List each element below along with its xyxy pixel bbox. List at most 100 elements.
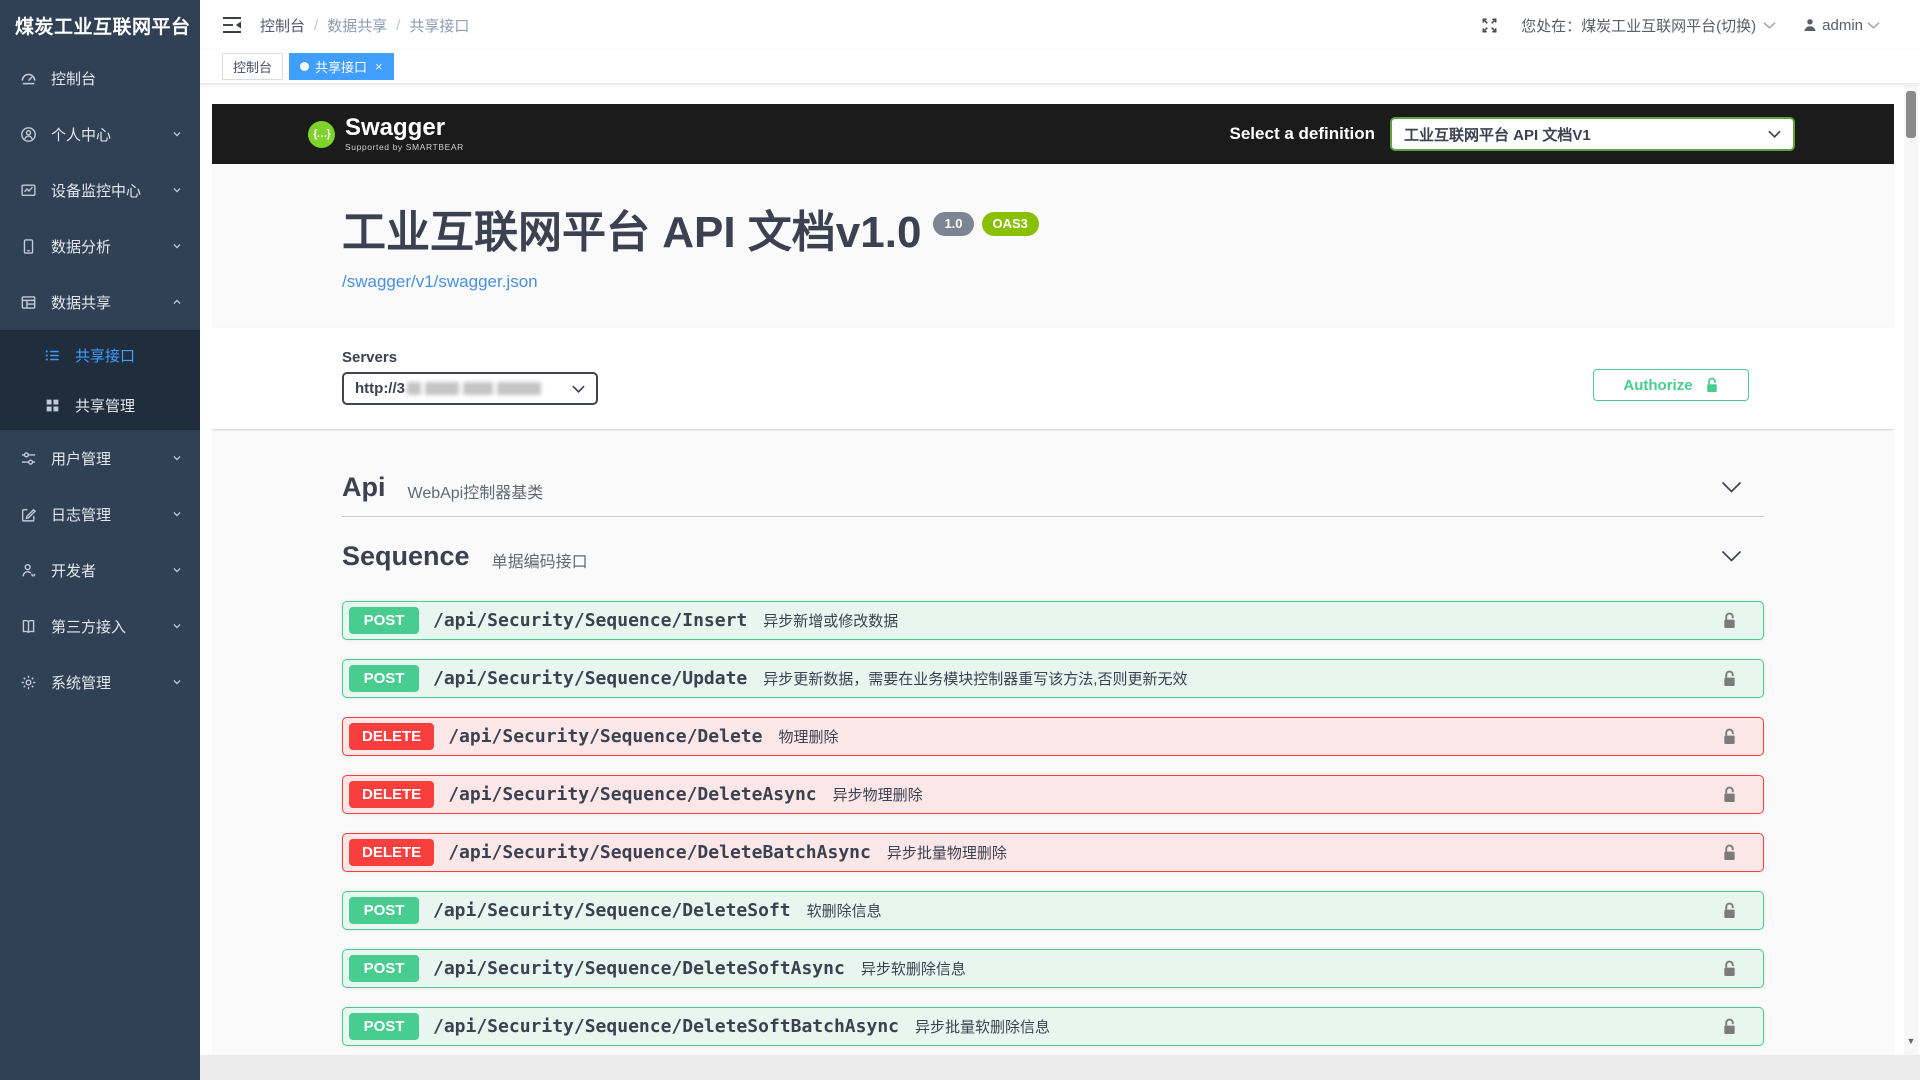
developer-icon <box>20 562 37 579</box>
content-area: {…} Swagger Supported by SMARTBEAR Selec… <box>200 85 1920 1080</box>
api-sections: Api WebApi控制器基类 Sequence 单据编码接口 POST/ap <box>212 429 1894 1046</box>
chevron-down-icon <box>170 127 184 141</box>
sidebar-item-system-management[interactable]: 系统管理 <box>0 654 200 710</box>
redacted-segment <box>497 382 541 395</box>
sidebar-item-label: 共享接口 <box>75 345 135 366</box>
swagger-json-link[interactable]: /swagger/v1/swagger.json <box>342 272 538 292</box>
sidebar-item-device-monitoring-center[interactable]: 设备监控中心 <box>0 162 200 218</box>
authorize-button[interactable]: Authorize <box>1593 369 1749 401</box>
method-badge: POST <box>349 1013 419 1040</box>
section-api[interactable]: Api WebApi控制器基类 <box>342 459 1764 517</box>
endpoint-path: /api/Security/Sequence/Delete <box>448 726 762 747</box>
book-icon <box>20 618 37 635</box>
user-icon <box>1802 17 1818 33</box>
scheme-container: Servers http://3 <box>212 328 1894 429</box>
log-edit-icon <box>20 506 37 523</box>
swagger-info-section: 工业互联网平台 API 文档v1.01.0OAS3 /swagger/v1/sw… <box>212 164 1894 328</box>
unlock-icon[interactable] <box>1722 1018 1737 1036</box>
method-badge: POST <box>349 665 419 692</box>
redacted-segment <box>425 382 459 395</box>
endpoint-path: /api/Security/Sequence/DeleteSoft <box>433 900 791 921</box>
sidebar-menu: 控制台个人中心设备监控中心数据分析数据共享共享接口共享管理用户管理日志管理开发者… <box>0 50 200 710</box>
list-icon <box>44 347 61 364</box>
device-icon <box>20 238 37 255</box>
scrollbar-down-arrow[interactable]: ▼ <box>1904 1033 1918 1049</box>
chevron-down-icon <box>170 451 184 465</box>
gear-icon <box>20 674 37 691</box>
close-icon[interactable]: × <box>375 60 383 73</box>
chevron-down-icon <box>1768 130 1781 138</box>
sidebar-item-label: 用户管理 <box>51 448 111 469</box>
endpoint-row[interactable]: POST/api/Security/Sequence/DeleteSoft 软删除… <box>342 891 1764 930</box>
user-menu[interactable]: admin <box>1802 17 1880 34</box>
chevron-down-icon[interactable] <box>1721 481 1742 494</box>
endpoint-row[interactable]: DELETE/api/Security/Sequence/DeleteAsync… <box>342 775 1764 814</box>
section-sequence[interactable]: Sequence 单据编码接口 <box>342 525 1764 587</box>
sidebar-item-shared-interface[interactable]: 共享接口 <box>0 330 200 380</box>
redacted-segment <box>463 382 493 395</box>
unlock-icon[interactable] <box>1722 844 1737 862</box>
endpoint-row[interactable]: POST/api/Security/Sequence/Insert异步新增或修改… <box>342 601 1764 640</box>
sidebar-item-data-analysis[interactable]: 数据分析 <box>0 218 200 274</box>
unlock-icon[interactable] <box>1722 786 1737 804</box>
unlock-icon[interactable] <box>1722 960 1737 978</box>
view-tab-console[interactable]: 控制台 <box>222 53 283 80</box>
sidebar-item-third-party-access[interactable]: 第三方接入 <box>0 598 200 654</box>
chevron-down-icon <box>170 619 184 633</box>
endpoint-path: /api/Security/Sequence/Insert <box>433 610 747 631</box>
method-badge: POST <box>349 897 419 924</box>
sidebar-item-label: 数据共享 <box>51 292 111 313</box>
breadcrumb-separator: / <box>396 17 400 34</box>
platform-switcher[interactable]: 您处在：煤炭工业互联网平台(切换) <box>1521 15 1776 36</box>
servers-label: Servers <box>342 349 598 366</box>
breadcrumb-item[interactable]: 控制台 <box>260 15 305 36</box>
sidebar-item-label: 个人中心 <box>51 124 111 145</box>
endpoint-path: /api/Security/Sequence/DeleteAsync <box>448 784 816 805</box>
select-definition-label: Select a definition <box>1230 124 1375 144</box>
method-badge: DELETE <box>349 723 434 750</box>
sidebar-item-label: 数据分析 <box>51 236 111 257</box>
endpoint-row[interactable]: DELETE/api/Security/Sequence/Delete 物理删除 <box>342 717 1764 756</box>
sidebar: 煤炭工业互联网平台 控制台个人中心设备监控中心数据分析数据共享共享接口共享管理用… <box>0 0 200 1080</box>
definition-select[interactable]: 工业互联网平台 API 文档V1 <box>1390 117 1795 151</box>
unlock-icon[interactable] <box>1722 728 1737 746</box>
sidebar-item-label: 设备监控中心 <box>51 180 141 201</box>
page-scrollbar[interactable]: ▼ <box>1904 85 1918 1055</box>
sidebar-item-developer[interactable]: 开发者 <box>0 542 200 598</box>
endpoint-row[interactable]: POST/api/Security/Sequence/Update异步更新数据，… <box>342 659 1764 698</box>
unlock-icon[interactable] <box>1722 670 1737 688</box>
endpoint-path: /api/Security/Sequence/Update <box>433 668 747 689</box>
sidebar-item-data-sharing[interactable]: 数据共享 <box>0 274 200 330</box>
sidebar-item-log-management[interactable]: 日志管理 <box>0 486 200 542</box>
scrollbar-thumb[interactable] <box>1906 91 1916 138</box>
endpoint-row[interactable]: POST/api/Security/Sequence/DeleteSoftAsy… <box>342 949 1764 988</box>
fullscreen-icon[interactable] <box>1480 16 1499 35</box>
endpoint-row[interactable]: DELETE/api/Security/Sequence/DeleteBatch… <box>342 833 1764 872</box>
section-description: WebApi控制器基类 <box>408 479 544 503</box>
chevron-down-icon <box>170 507 184 521</box>
endpoint-row[interactable]: POST/api/Security/Sequence/DeleteSoftBat… <box>342 1007 1764 1046</box>
unlock-icon[interactable] <box>1722 902 1737 920</box>
sidebar-item-shared-management[interactable]: 共享管理 <box>0 380 200 430</box>
unlock-icon[interactable] <box>1722 612 1737 630</box>
swagger-panel: {…} Swagger Supported by SMARTBEAR Selec… <box>212 104 1894 1055</box>
sidebar-collapse-icon[interactable] <box>222 16 242 34</box>
monitor-icon <box>20 182 37 199</box>
user-circle-icon <box>20 126 37 143</box>
tab-label: 控制台 <box>233 57 272 76</box>
method-badge: POST <box>349 607 419 634</box>
endpoint-description: 软删除信息 <box>807 900 882 921</box>
server-select[interactable]: http://3 <box>342 372 598 405</box>
unlock-icon <box>1705 377 1719 394</box>
chevron-down-icon <box>170 675 184 689</box>
endpoint-description: 物理删除 <box>778 726 838 747</box>
view-tab-shared-interface[interactable]: 共享接口× <box>289 53 394 80</box>
sidebar-item-personal-center[interactable]: 个人中心 <box>0 106 200 162</box>
chevron-down-icon[interactable] <box>1721 550 1742 563</box>
app-logo: 煤炭工业互联网平台 <box>0 0 200 50</box>
app-header: 控制台/数据共享/共享接口 您处在：煤炭工业互联网平台(切换) admin <box>200 0 1920 50</box>
method-badge: POST <box>349 955 419 982</box>
sidebar-item-console[interactable]: 控制台 <box>0 50 200 106</box>
sidebar-item-user-management[interactable]: 用户管理 <box>0 430 200 486</box>
api-doc-title: 工业互联网平台 API 文档v1.01.0OAS3 <box>342 208 1764 258</box>
